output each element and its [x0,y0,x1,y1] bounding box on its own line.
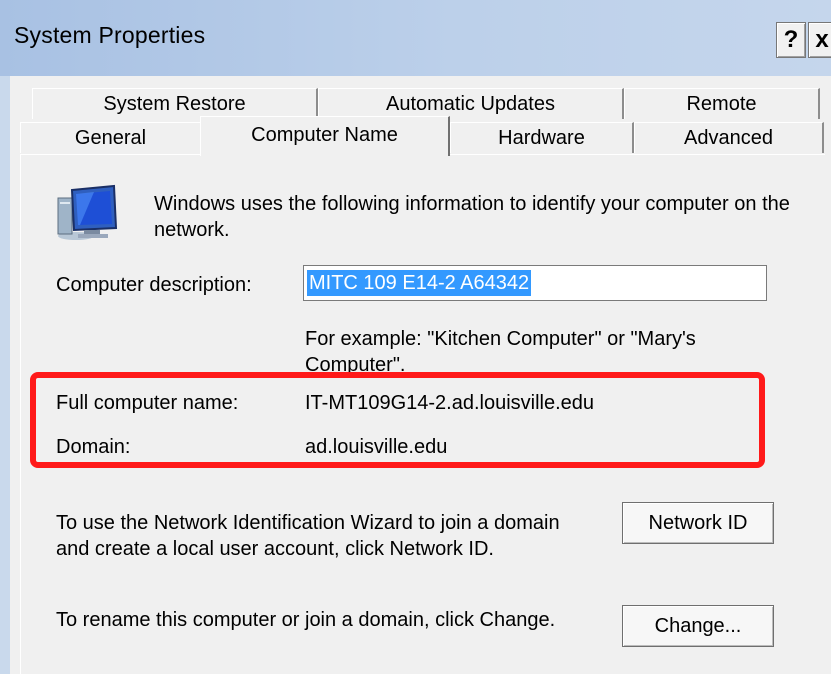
tab-automatic-updates[interactable]: Automatic Updates [318,88,624,119]
computer-network-icon [57,184,118,240]
network-id-instructions: To use the Network Identification Wizard… [56,512,560,560]
highlight-box [30,372,765,468]
window-title: System Properties [14,22,206,48]
change-button[interactable]: Change... [622,605,774,647]
tab-hardware[interactable]: Hardware [450,122,634,153]
title-bar[interactable]: System Properties ? x [0,0,831,76]
tab-remote[interactable]: Remote [624,88,820,119]
intro-text: Windows uses the following information t… [154,193,790,241]
close-button[interactable]: x [808,22,831,58]
tab-advanced[interactable]: Advanced [634,122,824,153]
example-text: For example: "Kitchen Computer" or "Mary… [305,328,696,376]
tab-system-restore[interactable]: System Restore [32,88,318,119]
window-left-edge [0,0,10,674]
tab-general[interactable]: General [20,122,202,153]
rename-instructions: To rename this computer or join a domain… [56,609,556,631]
help-button[interactable]: ? [776,22,806,58]
network-id-button[interactable]: Network ID [622,502,774,544]
computer-description-value[interactable]: MITC 109 E14-2 A64342 [307,270,532,296]
computer-description-label: Computer description: [56,274,252,296]
tab-computer-name[interactable]: Computer Name [200,116,450,156]
